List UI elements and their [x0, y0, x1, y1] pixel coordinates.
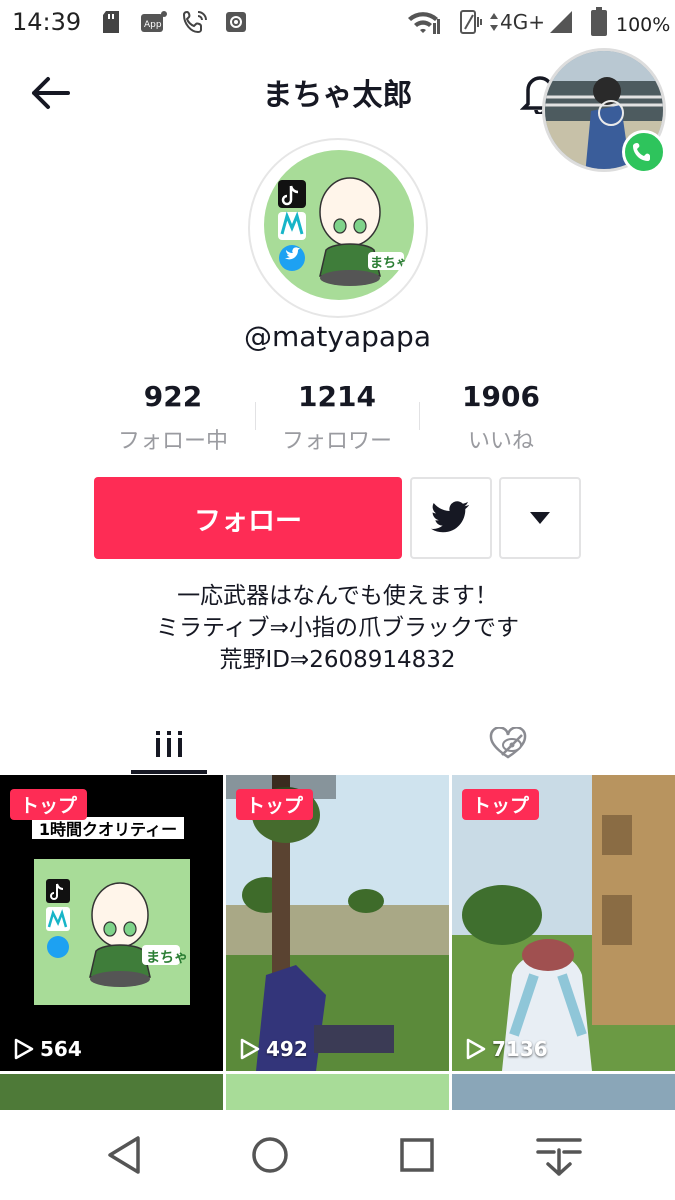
play-outline-icon: [240, 1038, 260, 1060]
battery-percent: 100%: [616, 14, 671, 36]
avatar-image: まちゃ: [264, 150, 414, 300]
username: @matyapapa: [243, 320, 431, 353]
wifi-icon: [408, 12, 440, 34]
video-thumbnail[interactable]: [226, 1074, 449, 1110]
stat-likes-label: いいね: [467, 429, 534, 454]
video-thumbnail[interactable]: トップ 7136: [452, 775, 675, 1071]
status-time: 14:39: [12, 8, 82, 36]
tab-active-indicator: [131, 770, 207, 774]
top-badge: トップ: [10, 789, 88, 820]
view-count-text: 7136: [492, 1037, 548, 1061]
bio-line: 荒野ID⇒2608914832: [219, 647, 456, 673]
view-count: 492: [238, 1037, 308, 1061]
signal-icon: [550, 11, 572, 33]
play-outline-icon: [14, 1038, 34, 1060]
data-arrows-icon: [490, 13, 498, 31]
status-bar: 14:39 App 4G+ 100%: [0, 0, 675, 48]
profile-avatar[interactable]: まちゃ: [248, 138, 428, 318]
recents-square-icon[interactable]: [392, 1130, 442, 1180]
network-type: 4G+: [500, 10, 545, 34]
stat-likes-count: 1906: [462, 380, 540, 413]
notification-pull-icon[interactable]: [534, 1130, 584, 1180]
cover-art-caption: まちゃ: [146, 950, 188, 966]
phone-call-icon[interactable]: [622, 130, 666, 174]
video-thumbnail[interactable]: トップ 492: [226, 775, 449, 1071]
video-thumbnail[interactable]: [452, 1074, 675, 1110]
vibrate-icon: [460, 10, 482, 34]
stat-likes[interactable]: 1906 いいね: [421, 380, 581, 455]
bio-line: ミラティブ⇒小指の爪ブラックです: [156, 615, 519, 641]
top-badge: トップ: [236, 789, 314, 820]
grid-icon: [156, 731, 182, 757]
follow-button[interactable]: フォロー: [94, 477, 402, 559]
video-thumbnail[interactable]: [0, 1074, 223, 1110]
home-circle-icon[interactable]: [245, 1130, 295, 1180]
back-triangle-icon[interactable]: [100, 1130, 150, 1180]
settings-icon: [226, 12, 246, 32]
sd-card-icon: [103, 11, 119, 33]
twitter-button[interactable]: [410, 477, 492, 559]
app-notification-icon: App: [141, 11, 167, 32]
video-cover-art: まちゃ: [34, 859, 190, 1005]
play-outline-icon: [466, 1038, 486, 1060]
stat-followers-label: フォロワー: [281, 429, 392, 454]
stat-following[interactable]: 922 フォロー中: [93, 380, 253, 455]
caret-down-icon: [530, 512, 550, 524]
stat-followers[interactable]: 1214 フォロワー: [257, 380, 417, 455]
top-badge: トップ: [462, 789, 540, 820]
profile-bio: 一応武器はなんでも使えます！ ミラティブ⇒小指の爪ブラックです 荒野ID⇒260…: [0, 580, 675, 676]
more-options-button[interactable]: [499, 477, 581, 559]
avatar-caption: まちゃ: [370, 256, 410, 271]
video-thumbnail[interactable]: 1時間クオリティー まちゃ トップ 564: [0, 775, 223, 1071]
stat-followers-count: 1214: [298, 380, 376, 413]
wifi-calling-icon: [182, 10, 207, 34]
bio-line: 一応武器はなんでも使えます！: [177, 583, 498, 609]
view-count-text: 564: [40, 1037, 82, 1061]
svg-text:App: App: [144, 20, 162, 30]
system-nav-bar: [0, 1110, 675, 1200]
hidden-likes-icon: [489, 727, 527, 759]
stat-divider: [419, 402, 420, 430]
twitter-icon: [431, 501, 470, 533]
tab-videos[interactable]: [131, 714, 207, 774]
tab-liked[interactable]: [470, 714, 546, 774]
view-count: 564: [12, 1037, 82, 1061]
stat-following-count: 922: [143, 380, 203, 413]
view-count: 7136: [464, 1037, 548, 1061]
stat-divider: [255, 402, 256, 430]
battery-icon: [591, 7, 607, 36]
view-count-text: 492: [266, 1037, 308, 1061]
stat-following-label: フォロー中: [117, 429, 228, 454]
